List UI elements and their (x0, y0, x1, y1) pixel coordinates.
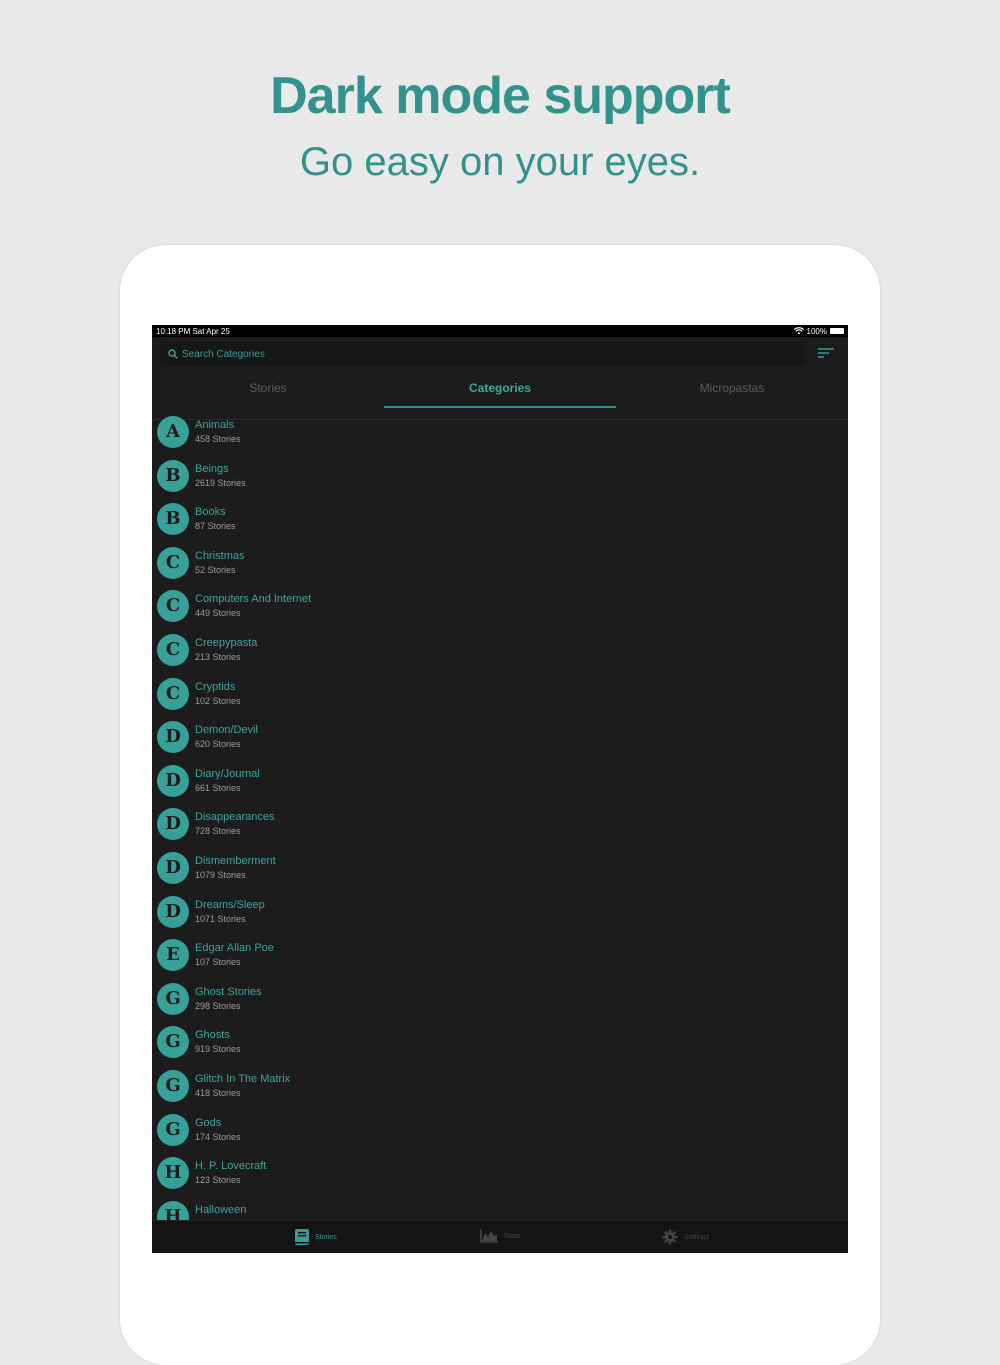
category-row[interactable]: HHalloween61 Stories (152, 1198, 848, 1221)
battery-percent: 100% (806, 326, 827, 336)
category-story-count: 2619 Stories (195, 477, 246, 488)
category-story-count: 418 Stories (195, 1088, 241, 1098)
category-name: Gods (195, 1116, 222, 1129)
category-story-count: 102 Stories (195, 695, 241, 706)
category-initial-avatar: B (157, 503, 189, 536)
tab-bar: Stories Stats Settings (152, 1220, 848, 1253)
category-row[interactable]: G Ghost Stories 298 Stories (152, 980, 848, 1023)
category-row[interactable]: C Creepypasta 213 Stories (152, 631, 848, 674)
category-row[interactable]: G Ghosts 919 Stories (152, 1023, 848, 1066)
category-story-count: 52 Stories (195, 564, 236, 575)
category-row[interactable]: D Disappearances 728 Stories (152, 805, 848, 848)
category-name: Books (195, 506, 226, 519)
category-initial-avatar: D (157, 852, 189, 884)
category-row[interactable]: B Beings 2619 Stories (152, 457, 848, 500)
category-name: Dreams/Sleep (195, 898, 265, 911)
category-story-count: 1079 Stories (195, 870, 246, 880)
category-initial-avatar: C (157, 677, 189, 710)
category-row[interactable]: D Dreams/Sleep 1071 Stories (152, 893, 848, 936)
category-initial-avatar: G (157, 1026, 189, 1059)
category-name: Beings (195, 462, 229, 475)
active-tab-indicator (384, 406, 616, 408)
category-initial-avatar: D (157, 895, 189, 928)
category-story-count: 107 Stories (195, 957, 241, 968)
tabbar-stories[interactable]: Stories (295, 1229, 337, 1245)
category-story-count: 458 Stories (195, 434, 241, 444)
category-row[interactable]: D Diary/Journal 661 Stories (152, 762, 848, 805)
subline: Go easy on your eyes. (299, 140, 701, 184)
category-story-count: 174 Stories (195, 1131, 241, 1142)
category-name: Christmas (195, 549, 245, 562)
headline: Dark mode support (270, 67, 731, 125)
category-initial-avatar: B (157, 459, 189, 492)
category-name: Diary/Journal (195, 767, 260, 780)
search-input[interactable]: Search Categories (160, 342, 804, 366)
category-initial-avatar: D (157, 808, 189, 841)
category-name: Animals (195, 419, 235, 431)
tabbar-stats[interactable]: Stats (480, 1229, 520, 1243)
app-screen: 10:18 PM Sat Apr 25 100% Search Categori… (152, 325, 848, 1253)
category-name: Demon/Devil (195, 724, 258, 737)
category-name: Halloween (195, 1203, 247, 1216)
sort-icon[interactable] (818, 347, 834, 361)
tabbar-settings-label: Settings (684, 1233, 710, 1241)
category-name: Edgar Allan Poe (195, 942, 274, 955)
category-initial-avatar: C (157, 546, 189, 579)
category-row[interactable]: C Computers And Internet 449 Stories (152, 587, 848, 630)
category-story-count: 87 Stories (195, 521, 236, 532)
gear-icon (662, 1229, 678, 1245)
category-row[interactable]: A Animals 458 Stories (152, 413, 848, 456)
category-story-count: 213 Stories (195, 652, 241, 662)
status-time: 10:18 PM Sat Apr 25 (156, 326, 230, 336)
category-initial-avatar: H (157, 1200, 189, 1221)
battery-icon (830, 328, 844, 334)
category-story-count: 298 Stories (195, 1000, 241, 1011)
chart-icon (480, 1229, 498, 1243)
book-icon (295, 1229, 309, 1245)
category-name: H. P. Lovecraft (195, 1160, 267, 1173)
category-initial-avatar: A (157, 416, 189, 448)
category-initial-avatar: G (157, 1070, 189, 1102)
category-name: Computers And Internet (195, 593, 312, 606)
category-name: Cryptids (195, 680, 236, 693)
tabbar-stories-label: Stories (315, 1233, 337, 1241)
category-story-count: 661 Stories (195, 782, 241, 793)
category-name: Ghost Stories (195, 985, 262, 998)
category-row[interactable]: G Gods 174 Stories (152, 1111, 848, 1154)
tabbar-settings[interactable]: Settings (662, 1229, 709, 1245)
category-initial-avatar: C (157, 634, 189, 666)
wifi-icon (793, 327, 804, 335)
category-story-count: 620 Stories (195, 739, 241, 750)
category-initial-avatar: G (157, 1113, 189, 1146)
category-name: Creepypasta (195, 637, 258, 649)
category-row[interactable]: D Demon/Devil 620 Stories (152, 718, 848, 761)
category-list[interactable]: A Animals 458 Stories B Beings 2619 Stories B B… (152, 409, 848, 1221)
category-name: Disappearances (195, 811, 275, 824)
category-row[interactable]: H H. P. Lovecraft 123 Stories (152, 1154, 848, 1197)
category-name: Ghosts (195, 1029, 230, 1042)
category-row[interactable]: C Cryptids 102 Stories (152, 675, 848, 718)
category-story-count: 449 Stories (195, 608, 241, 619)
category-row[interactable]: E Edgar Allan Poe 107 Stories (152, 936, 848, 979)
search-icon (168, 349, 178, 359)
category-row[interactable]: C Christmas 52 Stories (152, 544, 848, 587)
category-initial-avatar: G (157, 982, 189, 1015)
category-story-count: 728 Stories (195, 826, 241, 837)
category-name: Glitch In The Matrix (195, 1073, 291, 1085)
category-story-count: 919 Stories (195, 1044, 241, 1055)
category-row[interactable]: D Dismemberment 1079 Stories (152, 849, 848, 892)
category-initial-avatar: C (157, 590, 189, 623)
category-initial-avatar: D (157, 764, 189, 797)
category-row[interactable]: B Books 87 Stories (152, 500, 848, 543)
tabbar-stats-label: Stats (504, 1232, 520, 1240)
category-row[interactable]: G Glitch In The Matrix 418 Stories (152, 1067, 848, 1110)
category-name: Dismemberment (195, 855, 276, 867)
status-bar: 10:18 PM Sat Apr 25 100% (152, 325, 848, 337)
category-initial-avatar: E (157, 939, 189, 972)
category-story-count: 123 Stories (195, 1175, 241, 1186)
category-initial-avatar: H (157, 1157, 189, 1190)
category-initial-avatar: D (157, 721, 189, 754)
search-placeholder: Search Categories (182, 348, 265, 360)
category-story-count: 1071 Stories (195, 913, 246, 924)
